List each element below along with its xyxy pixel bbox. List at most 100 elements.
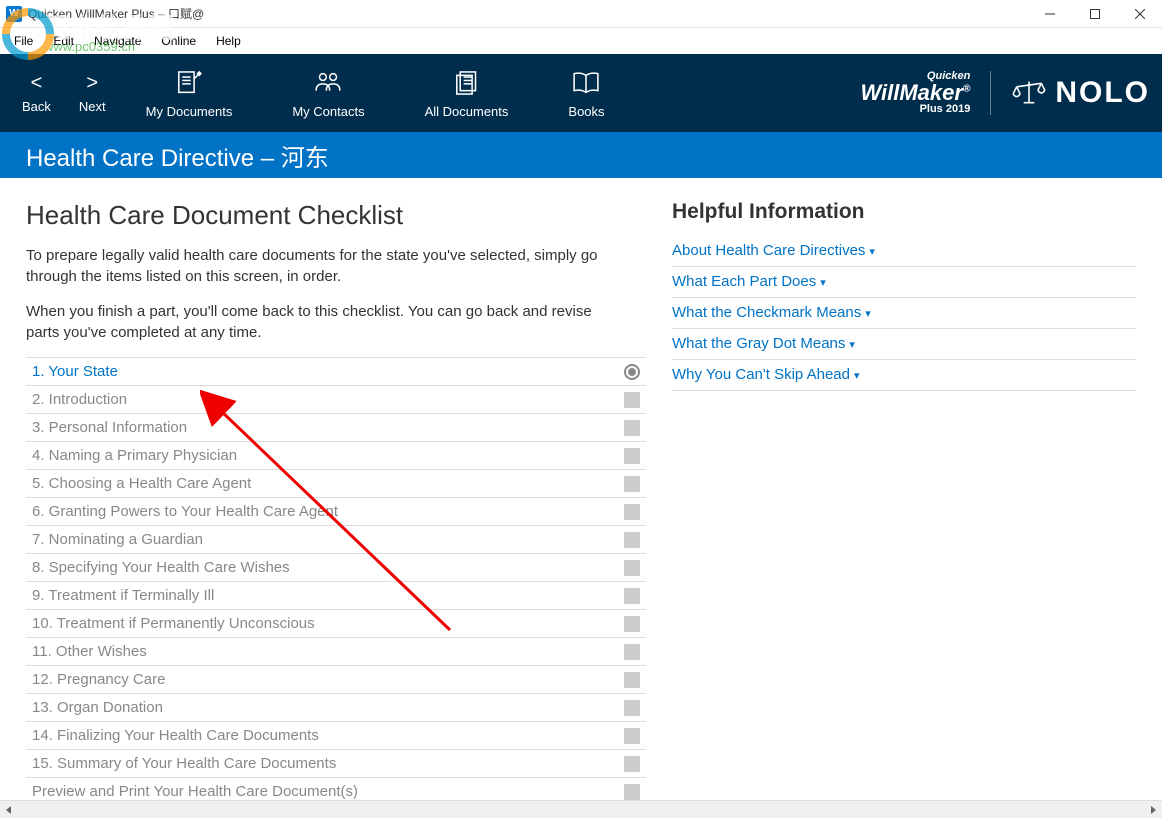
checklist-row[interactable]: 6. Granting Powers to Your Health Care A… xyxy=(26,498,646,526)
help-links: About Health Care Directives▾What Each P… xyxy=(672,236,1136,391)
intro-para-1: To prepare legally valid health care doc… xyxy=(26,245,606,287)
checklist-row[interactable]: 1. Your State xyxy=(26,358,646,386)
sidebar-heading: Helpful Information xyxy=(672,200,1136,224)
chevron-down-icon: ▾ xyxy=(869,246,875,258)
checklist-row[interactable]: 13. Organ Donation xyxy=(26,694,646,722)
horizontal-scrollbar[interactable] xyxy=(0,800,1162,818)
toolbar: < Back > Next My Documents My Contacts A… xyxy=(0,54,1162,132)
books-button[interactable]: Books xyxy=(568,68,604,119)
menu-navigate[interactable]: Navigate xyxy=(84,30,151,52)
intro-para-2: When you finish a part, you'll come back… xyxy=(26,301,606,343)
checklist-label: 9. Treatment if Terminally Ill xyxy=(32,587,624,604)
help-link-text[interactable]: What the Checkmark Means xyxy=(672,304,861,321)
books-label: Books xyxy=(568,104,604,119)
my-documents-label: My Documents xyxy=(146,104,233,119)
checklist-label: 3. Personal Information xyxy=(32,419,624,436)
status-square-icon xyxy=(624,616,640,632)
page-subtitle: Health Care Directive – 河东 xyxy=(26,138,329,173)
documents-stack-icon xyxy=(450,68,484,98)
checklist-row[interactable]: 4. Naming a Primary Physician xyxy=(26,442,646,470)
status-square-icon xyxy=(624,392,640,408)
checklist-label: 11. Other Wishes xyxy=(32,643,624,660)
app-icon: W xyxy=(6,6,22,22)
checklist-row[interactable]: 10. Treatment if Permanently Unconscious xyxy=(26,610,646,638)
scroll-track[interactable] xyxy=(18,801,1144,819)
help-link[interactable]: What the Checkmark Means ▾ xyxy=(672,298,1136,329)
willmaker-logo: Quicken WillMaker® Plus 2019 xyxy=(860,71,970,115)
status-square-icon xyxy=(624,700,640,716)
checklist-label: 14. Finalizing Your Health Care Document… xyxy=(32,727,624,744)
document-pencil-icon xyxy=(172,68,206,98)
menu-edit[interactable]: Edit xyxy=(43,30,84,52)
status-square-icon xyxy=(624,476,640,492)
checklist-label: 4. Naming a Primary Physician xyxy=(32,447,624,464)
help-link[interactable]: What Each Part Does ▾ xyxy=(672,267,1136,298)
checklist-row[interactable]: 5. Choosing a Health Care Agent xyxy=(26,470,646,498)
my-contacts-label: My Contacts xyxy=(292,104,364,119)
checklist-label: 8. Specifying Your Health Care Wishes xyxy=(32,559,624,576)
my-contacts-button[interactable]: My Contacts xyxy=(292,68,364,119)
brand-area: Quicken WillMaker® Plus 2019 NOLO xyxy=(860,71,1150,115)
minimize-button[interactable] xyxy=(1027,0,1072,28)
status-square-icon xyxy=(624,728,640,744)
scroll-right-button[interactable] xyxy=(1144,801,1162,819)
checklist-row[interactable]: 8. Specifying Your Health Care Wishes xyxy=(26,554,646,582)
my-documents-button[interactable]: My Documents xyxy=(146,68,233,119)
scroll-left-button[interactable] xyxy=(0,801,18,819)
help-link-text[interactable]: Why You Can't Skip Ahead xyxy=(672,366,850,383)
checklist-row[interactable]: Preview and Print Your Health Care Docum… xyxy=(26,778,646,800)
menu-help[interactable]: Help xyxy=(206,30,251,52)
status-dot-active-icon xyxy=(624,364,640,380)
status-square-icon xyxy=(624,448,640,464)
checklist-row[interactable]: 11. Other Wishes xyxy=(26,638,646,666)
checklist-row[interactable]: 9. Treatment if Terminally Ill xyxy=(26,582,646,610)
checklist-label: 1. Your State xyxy=(32,363,624,380)
checklist-row[interactable]: 3. Personal Information xyxy=(26,414,646,442)
checklist-label: 15. Summary of Your Health Care Document… xyxy=(32,755,624,772)
status-square-icon xyxy=(624,560,640,576)
back-button[interactable]: < Back xyxy=(22,73,51,114)
chevron-down-icon: ▾ xyxy=(820,277,826,289)
checklist-row[interactable]: 14. Finalizing Your Health Care Document… xyxy=(26,722,646,750)
status-square-icon xyxy=(624,532,640,548)
help-link[interactable]: What the Gray Dot Means▾ xyxy=(672,329,1136,360)
checklist-row[interactable]: 12. Pregnancy Care xyxy=(26,666,646,694)
next-button[interactable]: > Next xyxy=(79,73,106,114)
help-link[interactable]: Why You Can't Skip Ahead▾ xyxy=(672,360,1136,391)
brand-divider xyxy=(990,71,991,115)
checklist-label: 2. Introduction xyxy=(32,391,624,408)
book-icon xyxy=(569,68,603,98)
content-area: Health Care Document Checklist To prepar… xyxy=(0,178,1162,800)
chevron-left-icon: < xyxy=(31,73,43,93)
sidebar-column: Helpful Information About Health Care Di… xyxy=(672,178,1162,800)
checklist-label: 7. Nominating a Guardian xyxy=(32,531,624,548)
menu-file[interactable]: File xyxy=(4,30,43,52)
main-column: Health Care Document Checklist To prepar… xyxy=(0,178,672,800)
status-square-icon xyxy=(624,588,640,604)
status-square-icon xyxy=(624,420,640,436)
chevron-down-icon: ▾ xyxy=(865,308,871,320)
page-subtitle-bar: Health Care Directive – 河东 xyxy=(0,132,1162,178)
checklist-row[interactable]: 15. Summary of Your Health Care Document… xyxy=(26,750,646,778)
page-heading: Health Care Document Checklist xyxy=(26,200,646,231)
status-square-icon xyxy=(624,756,640,772)
help-link-text[interactable]: About Health Care Directives xyxy=(672,242,865,259)
maximize-button[interactable] xyxy=(1072,0,1117,28)
close-button[interactable] xyxy=(1117,0,1162,28)
help-link-text[interactable]: What Each Part Does xyxy=(672,273,816,290)
chevron-right-icon: > xyxy=(86,73,98,93)
back-label: Back xyxy=(22,99,51,114)
checklist-row[interactable]: 2. Introduction xyxy=(26,386,646,414)
nolo-logo: NOLO xyxy=(1011,76,1150,110)
checklist: 1. Your State 2. Introduction 3. Personal … xyxy=(26,357,646,800)
all-documents-label: All Documents xyxy=(425,104,509,119)
help-link-text[interactable]: What the Gray Dot Means xyxy=(672,335,845,352)
menu-online[interactable]: Online xyxy=(151,30,206,52)
all-documents-button[interactable]: All Documents xyxy=(425,68,509,119)
status-square-icon xyxy=(624,644,640,660)
help-link[interactable]: About Health Care Directives ▾ xyxy=(672,236,1136,267)
checklist-label: 12. Pregnancy Care xyxy=(32,671,624,688)
checklist-row[interactable]: 7. Nominating a Guardian xyxy=(26,526,646,554)
scales-icon xyxy=(1011,78,1047,108)
triangle-left-icon xyxy=(5,806,13,814)
